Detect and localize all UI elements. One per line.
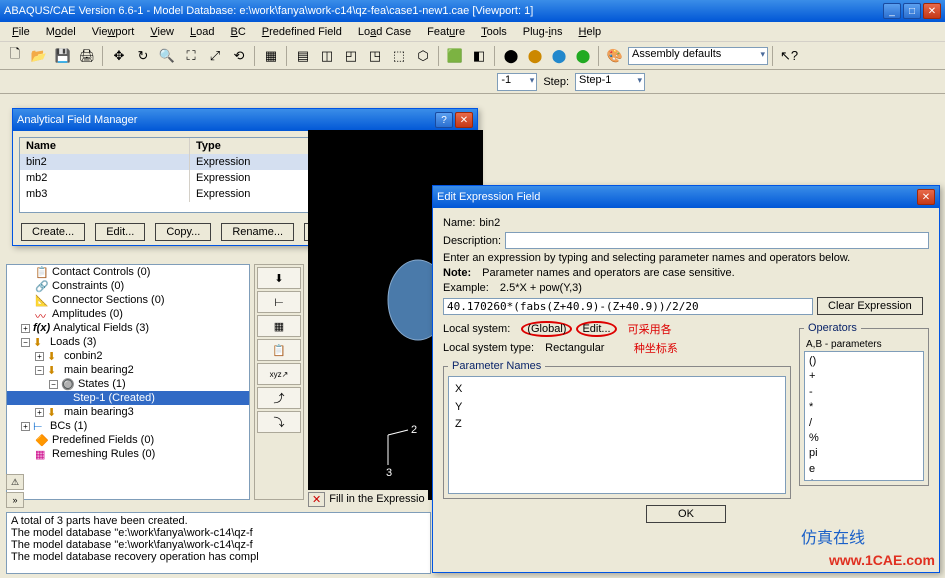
- create-button[interactable]: Create...: [21, 223, 85, 241]
- menu-predefined-field[interactable]: Predefined Field: [256, 24, 348, 40]
- local-system-value: (Global): [521, 321, 572, 337]
- module-combo[interactable]: -1: [497, 73, 537, 91]
- menu-file[interactable]: File: [6, 24, 36, 40]
- tool-field-icon[interactable]: ▦: [257, 315, 301, 337]
- name-value: bin2: [479, 217, 500, 229]
- menubar: File Model Viewport View Load BC Predefi…: [0, 22, 945, 42]
- context-bar: -1 Step: Step-1: [0, 70, 945, 94]
- msg-warn-icon[interactable]: ⚠: [6, 474, 24, 490]
- menu-viewport[interactable]: Viewport: [86, 24, 141, 40]
- status-line: ✕ Fill in the Expressio: [308, 490, 428, 508]
- tree-selected[interactable]: Step-1 (Created): [7, 391, 249, 405]
- parameter-list[interactable]: X Y Z: [448, 376, 786, 494]
- collapse-icon[interactable]: −: [21, 338, 30, 347]
- menu-feature[interactable]: Feature: [421, 24, 471, 40]
- color3-icon[interactable]: ⬤: [548, 45, 570, 67]
- tool-case-icon[interactable]: 📋: [257, 339, 301, 361]
- msg-next-icon[interactable]: »: [6, 492, 24, 508]
- menu-load-case[interactable]: Load Case: [352, 24, 417, 40]
- menu-tools[interactable]: Tools: [475, 24, 513, 40]
- name-label: Name:: [443, 217, 475, 229]
- tool-bc-icon[interactable]: ⊢: [257, 291, 301, 313]
- ok-button[interactable]: OK: [646, 505, 726, 523]
- description-label: Description:: [443, 235, 501, 247]
- tool-csys-icon[interactable]: xyz↗: [257, 363, 301, 385]
- load-toolbox: ⬇ ⊢ ▦ 📋 xyz↗ ⤴ ⤵: [254, 264, 304, 500]
- fit-icon[interactable]: ⤢: [204, 45, 226, 67]
- zoom-icon[interactable]: 🔍: [156, 45, 178, 67]
- color4-icon[interactable]: ⬤: [572, 45, 594, 67]
- parameter-names-group: Parameter Names X Y Z: [443, 360, 791, 499]
- eef-title: Edit Expression Field: [437, 191, 917, 203]
- new-icon[interactable]: 🗋: [4, 45, 26, 67]
- afm-title: Analytical Field Manager: [17, 114, 435, 126]
- eef-close-button[interactable]: ✕: [917, 189, 935, 205]
- afm-help-button[interactable]: ?: [435, 112, 453, 128]
- viewcube3-icon[interactable]: ◳: [364, 45, 386, 67]
- step-combo[interactable]: Step-1: [575, 73, 645, 91]
- message-area[interactable]: A total of 3 parts have been created. Th…: [6, 512, 431, 574]
- watermark-text: 仿真在线: [801, 524, 865, 548]
- edit-expression-field-dialog: Edit Expression Field ✕ Name: bin2 Descr…: [432, 185, 940, 573]
- svg-text:3: 3: [386, 467, 392, 479]
- menu-help[interactable]: Help: [573, 24, 608, 40]
- watermark-url: www.1CAE.com: [829, 552, 935, 568]
- perspective-icon[interactable]: ▤: [292, 45, 314, 67]
- local-system-edit-button[interactable]: Edit...: [576, 321, 616, 337]
- tool-triad1-icon[interactable]: ⤴: [257, 387, 301, 409]
- viewcube1-icon[interactable]: ◫: [316, 45, 338, 67]
- copy-button[interactable]: Copy...: [155, 223, 211, 241]
- edit-button[interactable]: Edit...: [95, 223, 145, 241]
- hint-text: Enter an expression by typing and select…: [443, 252, 850, 264]
- rotate-icon[interactable]: ↻: [132, 45, 154, 67]
- save-icon[interactable]: 💾: [52, 45, 74, 67]
- assembly-combo[interactable]: Assembly defaults: [628, 47, 768, 65]
- annotation-text: 可采用各: [628, 321, 672, 337]
- palette-icon[interactable]: 🎨: [604, 45, 626, 67]
- render2-icon[interactable]: ◧: [468, 45, 490, 67]
- iso-icon[interactable]: ⬡: [412, 45, 434, 67]
- tool-triad2-icon[interactable]: ⤵: [257, 411, 301, 433]
- tool-load-icon[interactable]: ⬇: [257, 267, 301, 289]
- expand-icon[interactable]: +: [21, 324, 30, 333]
- model-tree[interactable]: 📋Contact Controls (0) 🔗Constraints (0) 📐…: [6, 264, 250, 500]
- menu-view[interactable]: View: [144, 24, 180, 40]
- menu-bc[interactable]: BC: [225, 24, 252, 40]
- operators-group: Operators A,B - parameters ()+- */% pie1: [799, 322, 929, 486]
- color1-icon[interactable]: ⬤: [500, 45, 522, 67]
- render1-icon[interactable]: 🟩: [444, 45, 466, 67]
- cycle-icon[interactable]: ⟲: [228, 45, 250, 67]
- menu-model[interactable]: Model: [40, 24, 82, 40]
- afm-col-name[interactable]: Name: [20, 138, 190, 154]
- pan-icon[interactable]: ✥: [108, 45, 130, 67]
- main-title: ABAQUS/CAE Version 6.6-1 - Model Databas…: [4, 5, 883, 17]
- clear-expression-button[interactable]: Clear Expression: [817, 297, 923, 315]
- svg-text:2: 2: [411, 424, 417, 436]
- menu-plugins[interactable]: Plug-ins: [517, 24, 569, 40]
- rename-button[interactable]: Rename...: [221, 223, 294, 241]
- zoom-box-icon[interactable]: ⛶: [180, 45, 202, 67]
- color2-icon[interactable]: ⬤: [524, 45, 546, 67]
- afm-col-type[interactable]: Type: [190, 138, 310, 154]
- viewcube2-icon[interactable]: ◰: [340, 45, 362, 67]
- operators-list[interactable]: ()+- */% pie1: [804, 351, 924, 481]
- grid-icon[interactable]: ▦: [260, 45, 282, 67]
- afm-close-button[interactable]: ✕: [455, 112, 473, 128]
- open-icon[interactable]: 📂: [28, 45, 50, 67]
- annotation-text: 种坐标系: [634, 340, 678, 356]
- expression-input[interactable]: [443, 298, 813, 315]
- cancel-x-icon[interactable]: ✕: [308, 492, 325, 507]
- maximize-button[interactable]: □: [903, 3, 921, 19]
- viewcube4-icon[interactable]: ⬚: [388, 45, 410, 67]
- close-button[interactable]: ✕: [923, 3, 941, 19]
- main-toolbar: 🗋 📂 💾 🖨 ✥ ↻ 🔍 ⛶ ⤢ ⟲ ▦ ▤ ◫ ◰ ◳ ⬚ ⬡ 🟩 ◧ ⬤ …: [0, 42, 945, 70]
- minimize-button[interactable]: _: [883, 3, 901, 19]
- step-label: Step:: [543, 76, 569, 88]
- help-pointer-icon[interactable]: ↖?: [778, 45, 800, 67]
- description-input[interactable]: [505, 232, 929, 249]
- menu-load[interactable]: Load: [184, 24, 220, 40]
- print-icon[interactable]: 🖨: [76, 45, 98, 67]
- main-titlebar: ABAQUS/CAE Version 6.6-1 - Model Databas…: [0, 0, 945, 22]
